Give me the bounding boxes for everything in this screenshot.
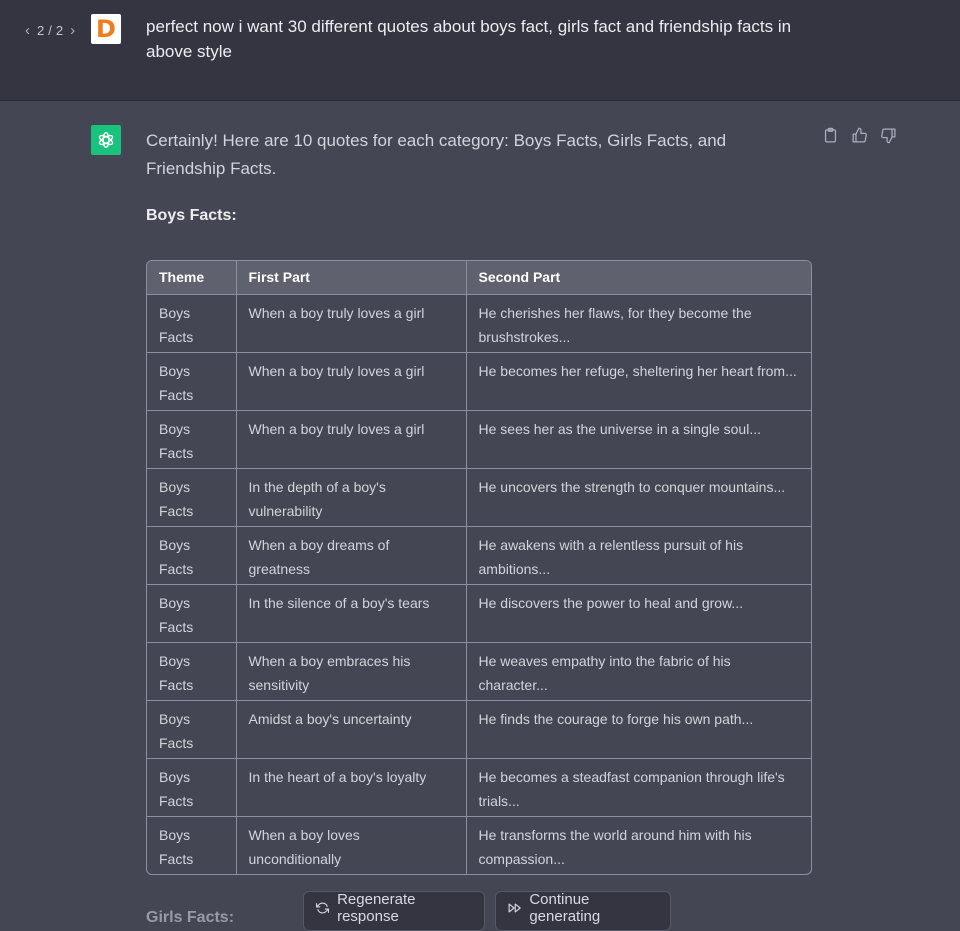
pager-current: 2 — [37, 22, 45, 38]
message-actions — [822, 127, 897, 144]
table-row: Boys Facts In the depth of a boy's vulne… — [147, 468, 811, 527]
column-header-second-part: Second Part — [466, 261, 811, 295]
assistant-intro-text: Certainly! Here are 10 quotes for each c… — [146, 131, 727, 178]
cell-second-part: He uncovers the strength to conquer moun… — [466, 468, 811, 527]
thumbs-up-icon[interactable] — [851, 127, 868, 144]
quotes-table: Theme First Part Second Part Boys Facts … — [146, 260, 812, 875]
cell-first-part: When a boy embraces his sensitivity — [236, 642, 467, 701]
cell-second-part: He finds the courage to forge his own pa… — [466, 700, 811, 759]
regenerate-response-label: Regenerate response — [337, 891, 416, 925]
assistant-avatar — [91, 125, 121, 155]
section-heading-boys: Boys Facts: — [146, 207, 237, 224]
cell-first-part: When a boy loves unconditionally — [236, 816, 467, 874]
table-row: Boys Facts When a boy loves unconditiona… — [147, 816, 811, 874]
cell-first-part: Amidst a boy's uncertainty — [236, 700, 467, 759]
cell-second-part: He discovers the power to heal and grow.… — [466, 584, 811, 643]
pager-separator: / — [48, 22, 52, 38]
table-row: Boys Facts In the heart of a boy's loyal… — [147, 758, 811, 817]
continue-generating-label: Continue generating — [529, 891, 601, 925]
fast-forward-icon — [508, 903, 521, 913]
column-header-theme: Theme — [147, 261, 237, 295]
cell-theme: Boys Facts — [147, 700, 237, 759]
cell-theme: Boys Facts — [147, 352, 237, 411]
table-row: Boys Facts When a boy truly loves a girl… — [147, 294, 811, 353]
cell-theme: Boys Facts — [147, 584, 237, 643]
cell-first-part: In the silence of a boy's tears — [236, 584, 467, 643]
table-row: Boys Facts When a boy truly loves a girl… — [147, 410, 811, 469]
cell-first-part: When a boy dreams of greatness — [236, 526, 467, 585]
cell-second-part: He becomes her refuge, sheltering her he… — [466, 352, 811, 411]
table-row: Boys Facts In the silence of a boy's tea… — [147, 584, 811, 643]
cell-theme: Boys Facts — [147, 468, 237, 527]
cell-first-part: When a boy truly loves a girl — [236, 294, 467, 353]
user-avatar: D — [91, 14, 121, 44]
user-avatar-letter: D — [96, 15, 116, 43]
chevron-left-icon[interactable]: ‹ — [22, 22, 33, 39]
chevron-right-icon[interactable]: › — [67, 22, 78, 39]
cell-first-part: When a boy truly loves a girl — [236, 352, 467, 411]
cell-theme: Boys Facts — [147, 816, 237, 874]
table-row: Boys Facts When a boy truly loves a girl… — [147, 352, 811, 411]
refresh-icon — [316, 902, 330, 914]
cell-first-part: In the heart of a boy's loyalty — [236, 758, 467, 817]
table-row: Boys Facts When a boy embraces his sensi… — [147, 642, 811, 701]
cell-second-part: He weaves empathy into the fabric of his… — [466, 642, 811, 701]
cell-second-part: He sees her as the universe in a single … — [466, 410, 811, 469]
cell-second-part: He becomes a steadfast companion through… — [466, 758, 811, 817]
cell-first-part: When a boy truly loves a girl — [236, 410, 467, 469]
table-header-row: Theme First Part Second Part — [147, 261, 811, 295]
table-row: Boys Facts Amidst a boy's uncertainty He… — [147, 700, 811, 759]
section-heading-girls: Girls Facts: — [146, 909, 235, 926]
regenerate-response-button[interactable]: Regenerate response — [303, 891, 485, 931]
cell-second-part: He transforms the world around him with … — [478, 826, 752, 867]
assistant-message: Certainly! Here are 10 quotes for each c… — [0, 101, 960, 926]
cell-theme: Boys Facts — [147, 642, 237, 701]
thumbs-down-icon[interactable] — [880, 127, 897, 144]
column-header-first-part: First Part — [236, 261, 467, 295]
user-message-text: perfect now i want 30 different quotes a… — [146, 17, 792, 61]
user-message: ‹ 2 / 2 › D perfect now i want 30 differ… — [0, 0, 960, 101]
cell-theme: Boys Facts — [147, 526, 237, 585]
cell-theme: Boys Facts — [147, 410, 237, 469]
cell-theme: Boys Facts — [147, 758, 237, 817]
cell-second-part: He awakens with a relentless pursuit of … — [466, 526, 811, 585]
cell-theme: Boys Facts — [147, 294, 237, 353]
openai-logo-icon — [98, 131, 114, 149]
pager-total: 2 — [55, 22, 64, 38]
response-pager: ‹ 2 / 2 › — [22, 20, 78, 40]
bottom-action-bar: Regenerate response Continue generating — [303, 891, 671, 931]
table-row: Boys Facts When a boy dreams of greatnes… — [147, 526, 811, 585]
cell-first-part: In the depth of a boy's vulnerability — [236, 468, 467, 527]
clipboard-icon[interactable] — [822, 127, 839, 144]
continue-generating-button[interactable]: Continue generating — [495, 891, 671, 931]
cell-second-part: He cherishes her flaws, for they become … — [466, 294, 811, 353]
